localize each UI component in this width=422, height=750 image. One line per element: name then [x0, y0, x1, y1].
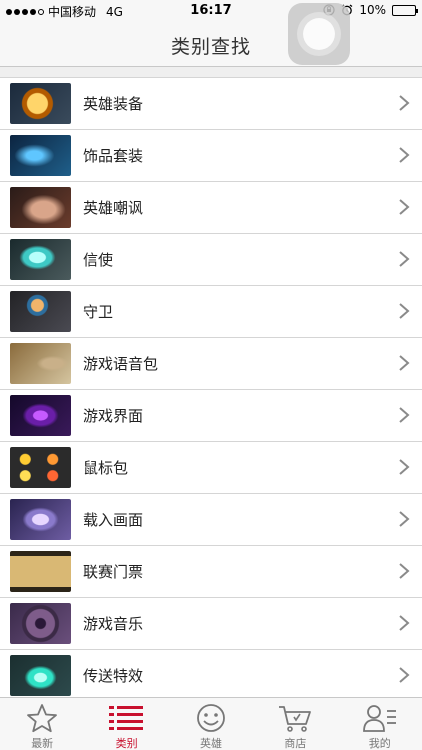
app-screen: 中国移动 4G 16:17 10% 类别查找 英雄装备饰品套装英雄嘲讽信使守卫游…: [0, 0, 422, 750]
star-icon: [24, 703, 60, 733]
category-label: 联赛门票: [83, 563, 144, 581]
tab-user-profile[interactable]: 我的: [338, 698, 422, 750]
category-label: 载入画面: [83, 511, 144, 529]
category-label: 信使: [83, 251, 114, 269]
category-label: 游戏音乐: [83, 615, 144, 633]
battery-icon: [392, 4, 418, 16]
category-label: 传送特效: [83, 667, 144, 685]
category-thumbnail: [10, 499, 71, 540]
chevron-right-icon: [398, 407, 410, 423]
category-label: 守卫: [83, 303, 114, 321]
chevron-right-icon: [398, 95, 410, 111]
chevron-right-icon: [398, 459, 410, 475]
tab-label: 最新: [31, 737, 54, 750]
category-thumbnail: [10, 395, 71, 436]
category-label: 英雄嘲讽: [83, 199, 144, 217]
category-thumbnail: [10, 187, 71, 228]
category-thumbnail: [10, 447, 71, 488]
category-row[interactable]: 传送特效: [0, 650, 422, 697]
category-row[interactable]: 游戏音乐: [0, 598, 422, 650]
user-profile-icon: [362, 703, 398, 733]
tab-label: 商店: [284, 737, 307, 750]
tab-label: 我的: [368, 737, 391, 750]
category-row[interactable]: 载入画面: [0, 494, 422, 546]
tab-smiley-face[interactable]: 英雄: [169, 698, 253, 750]
tab-star[interactable]: 最新: [0, 698, 84, 750]
chevron-right-icon: [398, 667, 410, 683]
chevron-right-icon: [398, 563, 410, 579]
navigation-bar: 类别查找: [0, 22, 422, 67]
shopping-cart-icon: [277, 703, 313, 733]
category-row[interactable]: 鼠标包: [0, 442, 422, 494]
chevron-right-icon: [398, 615, 410, 631]
category-label: 游戏语音包: [83, 355, 159, 373]
category-label: 英雄装备: [83, 95, 144, 113]
category-label: 鼠标包: [83, 459, 129, 477]
category-row[interactable]: 饰品套装: [0, 130, 422, 182]
category-thumbnail: [10, 551, 71, 592]
tab-label: 英雄: [199, 737, 222, 750]
chevron-right-icon: [398, 251, 410, 267]
category-label: 游戏界面: [83, 407, 144, 425]
chevron-right-icon: [398, 511, 410, 527]
tab-list[interactable]: 类别: [84, 698, 168, 750]
category-row[interactable]: 游戏语音包: [0, 338, 422, 390]
category-thumbnail: [10, 135, 71, 176]
chevron-right-icon: [398, 147, 410, 163]
category-label: 饰品套装: [83, 147, 144, 165]
category-thumbnail: [10, 343, 71, 384]
category-list: 英雄装备饰品套装英雄嘲讽信使守卫游戏语音包游戏界面鼠标包载入画面联赛门票游戏音乐…: [0, 77, 422, 697]
chevron-right-icon: [398, 303, 410, 319]
category-row[interactable]: 英雄装备: [0, 78, 422, 130]
chevron-right-icon: [398, 355, 410, 371]
category-row[interactable]: 游戏界面: [0, 390, 422, 442]
smiley-face-icon: [193, 703, 229, 733]
tab-bar: 最新 类别 英雄 商店 我的: [0, 697, 422, 750]
tab-shopping-cart[interactable]: 商店: [253, 698, 337, 750]
chevron-right-icon: [398, 199, 410, 215]
status-bar: 中国移动 4G 16:17 10%: [0, 0, 422, 22]
assistive-touch-button[interactable]: [288, 3, 350, 65]
category-thumbnail: [10, 291, 71, 332]
battery-percent: 10%: [359, 3, 386, 17]
category-row[interactable]: 守卫: [0, 286, 422, 338]
tab-label: 类别: [115, 737, 138, 750]
category-thumbnail: [10, 239, 71, 280]
category-row[interactable]: 信使: [0, 234, 422, 286]
category-row[interactable]: 英雄嘲讽: [0, 182, 422, 234]
category-thumbnail: [10, 655, 71, 696]
category-thumbnail: [10, 603, 71, 644]
category-thumbnail: [10, 83, 71, 124]
page-title: 类别查找: [170, 36, 251, 58]
list-icon: [108, 703, 144, 733]
category-row[interactable]: 联赛门票: [0, 546, 422, 598]
